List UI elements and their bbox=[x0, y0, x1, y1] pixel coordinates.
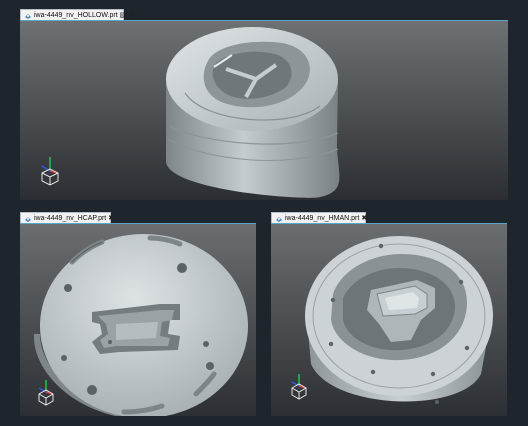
part-file-icon bbox=[24, 215, 32, 223]
pane-hcap: iwa-4449_nv_HCAP.prt ✖ bbox=[20, 212, 256, 416]
close-icon[interactable]: ✖ bbox=[361, 215, 367, 222]
copy-icon[interactable]: ▧ bbox=[120, 12, 127, 19]
part-file-icon bbox=[24, 12, 32, 20]
close-icon[interactable]: ✖ bbox=[128, 12, 134, 19]
pane-hollow: iwa-4449_nv_HOLLOW.prt ▧ ✖ bbox=[20, 9, 508, 200]
close-icon[interactable]: ✖ bbox=[108, 215, 114, 222]
tab-bar-hcap: iwa-4449_nv_HCAP.prt ✖ bbox=[20, 212, 256, 224]
viewport-hcap[interactable] bbox=[20, 224, 256, 416]
part-file-icon bbox=[275, 215, 283, 223]
hman-part-render bbox=[271, 224, 507, 416]
tab-label: iwa-4449_nv_HCAP.prt bbox=[34, 215, 107, 222]
hcap-part-render bbox=[20, 224, 256, 416]
tab-label: iwa-4449_nv_HMAN.prt bbox=[285, 215, 360, 222]
hollow-part-render bbox=[20, 21, 508, 200]
tab-label: iwa-4449_nv_HOLLOW.prt bbox=[34, 12, 118, 19]
tab-bar-hollow: iwa-4449_nv_HOLLOW.prt ▧ ✖ bbox=[20, 9, 508, 21]
viewport-hollow[interactable] bbox=[20, 21, 508, 200]
pane-hman: iwa-4449_nv_HMAN.prt ✖ bbox=[271, 212, 507, 416]
tab-bar-hman: iwa-4449_nv_HMAN.prt ✖ bbox=[271, 212, 507, 224]
viewport-hman[interactable] bbox=[271, 224, 507, 416]
